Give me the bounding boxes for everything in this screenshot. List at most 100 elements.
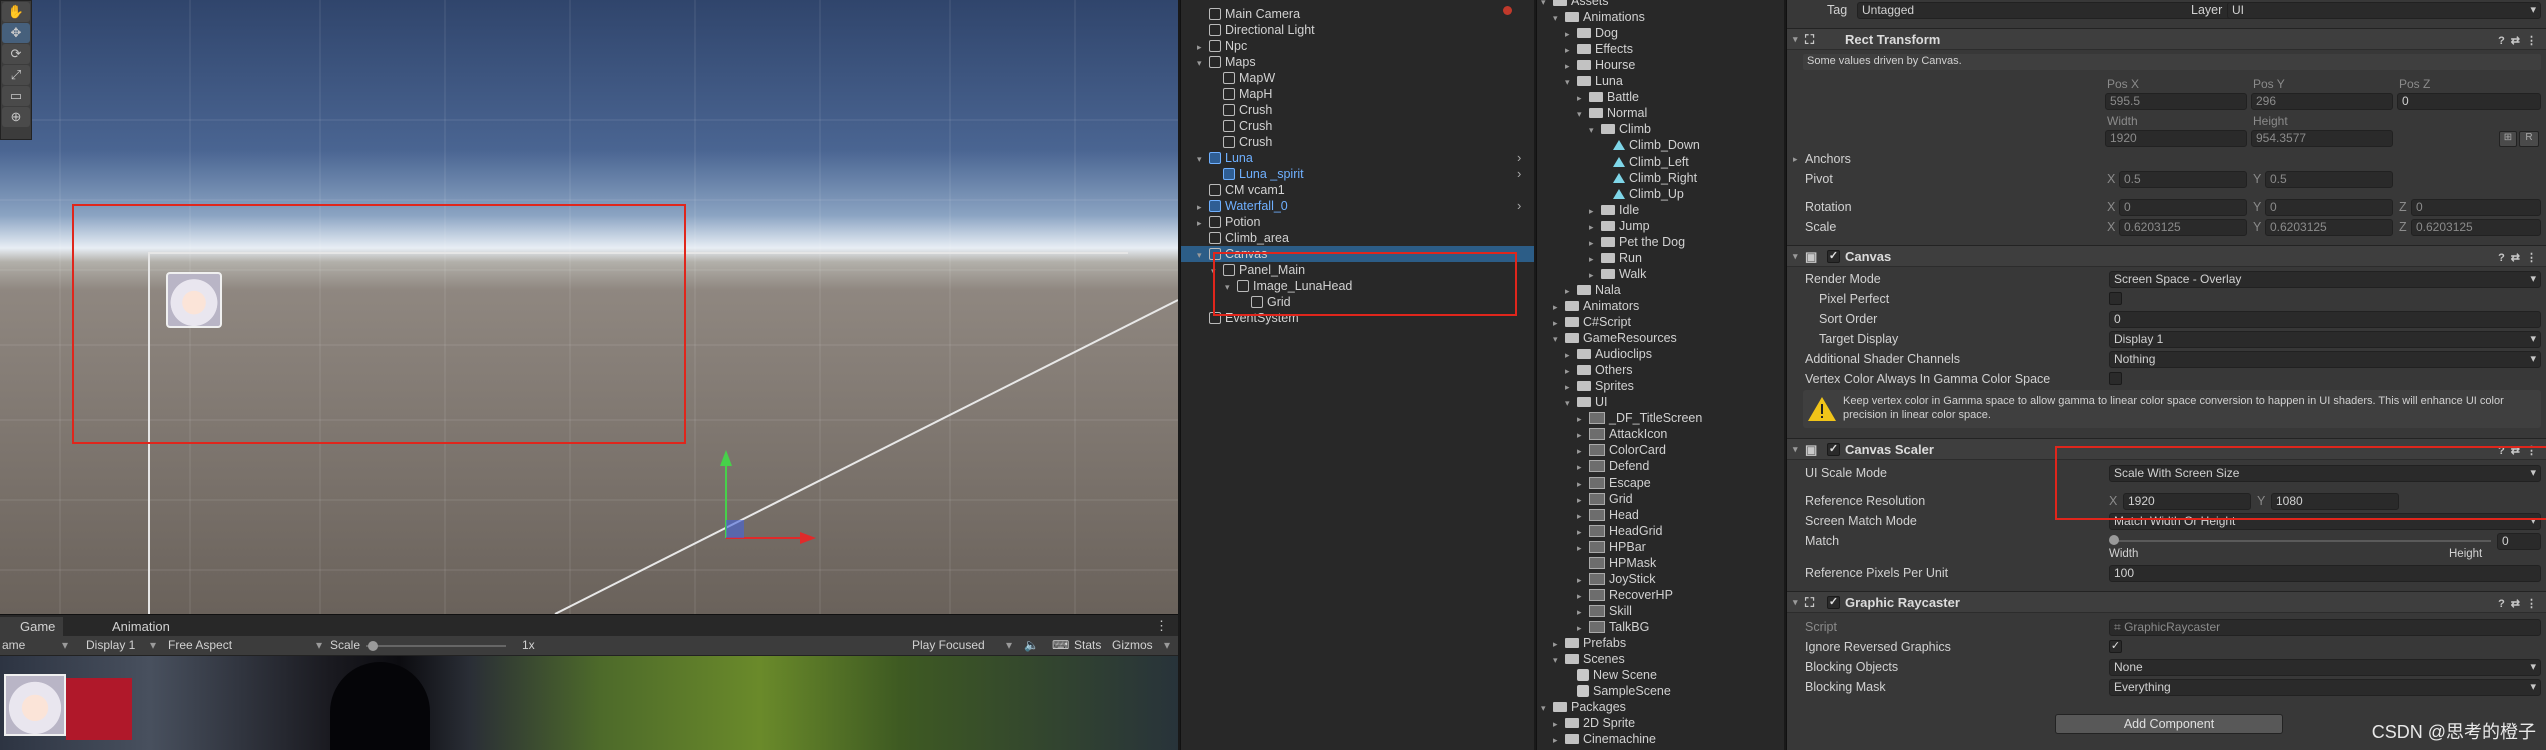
blueprint-mode-icon[interactable]: ⊞ bbox=[2499, 131, 2517, 147]
project-item[interactable]: ▸ Animators bbox=[1553, 298, 1639, 314]
rotate-tool-icon[interactable]: ⟳ bbox=[2, 44, 30, 64]
foldout-arrow-icon[interactable]: ▸ bbox=[1589, 219, 1601, 235]
hierarchy-item[interactable]: MapW bbox=[1211, 70, 1275, 86]
component-menu-icons[interactable]: ?⇄⋮ bbox=[2498, 248, 2543, 269]
foldout-arrow-icon[interactable]: ▾ bbox=[1541, 0, 1553, 10]
tab-animation[interactable]: Animation bbox=[92, 617, 178, 636]
display-dropdown[interactable]: Display 1 bbox=[86, 638, 135, 652]
foldout-arrow-icon[interactable]: ▾ bbox=[1553, 10, 1565, 26]
foldout-arrow-icon[interactable]: ▸ bbox=[1565, 347, 1577, 363]
rotation-z-field[interactable]: 0 bbox=[2411, 199, 2541, 216]
more-options-icon[interactable]: ⋮ bbox=[1155, 618, 1168, 634]
project-item[interactable]: ▸ Jump bbox=[1589, 218, 1650, 234]
chevron-right-icon[interactable]: › bbox=[1517, 198, 1521, 213]
render-mode-dropdown[interactable]: Screen Space - Overlay bbox=[2109, 271, 2541, 288]
chevron-right-icon[interactable]: › bbox=[1517, 150, 1521, 165]
script-field[interactable]: ⌗ GraphicRaycaster bbox=[2109, 619, 2541, 636]
foldout-arrow-icon[interactable]: ▾ bbox=[1793, 439, 1798, 460]
raycaster-enabled-checkbox[interactable]: ✓ bbox=[1827, 596, 1840, 609]
foldout-arrow-icon[interactable]: ▸ bbox=[1565, 58, 1577, 74]
project-item[interactable]: Climb_Up bbox=[1601, 186, 1684, 202]
game-render-view[interactable] bbox=[0, 656, 1178, 750]
hierarchy-item[interactable]: Climb_area bbox=[1197, 230, 1289, 246]
foldout-arrow-icon[interactable]: ▸ bbox=[1577, 427, 1589, 443]
foldout-arrow-icon[interactable]: ▸ bbox=[1565, 42, 1577, 58]
foldout-arrow-icon[interactable]: ▾ bbox=[1553, 652, 1565, 668]
match-slider-track[interactable] bbox=[2113, 540, 2491, 542]
project-item[interactable]: ▸ Cinemachine bbox=[1553, 731, 1656, 747]
hierarchy-item[interactable]: MapH bbox=[1211, 86, 1272, 102]
foldout-arrow-icon[interactable]: ▾ bbox=[1541, 700, 1553, 716]
foldout-arrow-icon[interactable]: ▸ bbox=[1565, 379, 1577, 395]
project-item[interactable]: Climb_Right bbox=[1601, 170, 1697, 186]
foldout-arrow-icon[interactable]: ▸ bbox=[1565, 26, 1577, 42]
project-item[interactable]: ▾ Normal bbox=[1577, 105, 1647, 121]
project-item[interactable]: ▸ C#Script bbox=[1553, 314, 1631, 330]
foldout-arrow-icon[interactable]: ▸ bbox=[1589, 203, 1601, 219]
project-item[interactable]: ▸ Pet the Dog bbox=[1589, 234, 1685, 250]
project-item[interactable]: ▾ Animations bbox=[1553, 9, 1645, 25]
ignore-reversed-checkbox[interactable]: ✓ bbox=[2109, 640, 2122, 653]
project-item[interactable]: ▸ Battle bbox=[1577, 89, 1639, 105]
foldout-arrow-icon[interactable]: ▾ bbox=[1565, 395, 1577, 411]
posy-field[interactable]: 296 bbox=[2251, 93, 2393, 110]
component-menu-icons[interactable]: ?⇄⋮ bbox=[2498, 31, 2543, 52]
foldout-arrow-icon[interactable]: ▸ bbox=[1577, 459, 1589, 475]
foldout-arrow-icon[interactable]: ▸ bbox=[1577, 572, 1589, 588]
hierarchy-item[interactable]: Crush bbox=[1211, 118, 1272, 134]
project-item[interactable]: ▸ Hourse bbox=[1565, 57, 1635, 73]
foldout-arrow-icon[interactable]: ▸ bbox=[1577, 620, 1589, 636]
project-item[interactable]: ▸ Grid bbox=[1577, 491, 1633, 507]
project-item[interactable]: ▸ _DF_TitleScreen bbox=[1577, 410, 1702, 426]
match-value-field[interactable]: 0 bbox=[2497, 533, 2541, 550]
move-tool-icon[interactable]: ✥ bbox=[2, 23, 30, 43]
pixel-perfect-checkbox[interactable] bbox=[2109, 292, 2122, 305]
height-field[interactable]: 954.3577 bbox=[2251, 130, 2393, 147]
foldout-arrow-icon[interactable]: ▸ bbox=[1565, 363, 1577, 379]
foldout-arrow-icon[interactable]: ▾ bbox=[1793, 29, 1798, 50]
project-item[interactable]: ▸ JoyStick bbox=[1577, 571, 1656, 587]
project-item[interactable]: ▸ HeadGrid bbox=[1577, 523, 1663, 539]
project-item[interactable]: ▸ TalkBG bbox=[1577, 619, 1649, 635]
foldout-arrow-icon[interactable]: ▸ bbox=[1197, 39, 1209, 55]
foldout-arrow-icon[interactable]: ▸ bbox=[1553, 716, 1565, 732]
foldout-arrow-icon[interactable]: ▾ bbox=[1197, 247, 1209, 263]
hierarchy-item[interactable]: Main Camera bbox=[1197, 6, 1300, 22]
mute-audio-icon[interactable]: 🔈 bbox=[1024, 638, 1039, 652]
hierarchy-item[interactable]: ▾ Luna bbox=[1197, 150, 1253, 166]
scene-view[interactable]: ✋ ✥ ⟳ ⤢ ▭ ⊕ bbox=[0, 0, 1178, 614]
component-menu-icons[interactable]: ?⇄⋮ bbox=[2498, 594, 2543, 615]
foldout-arrow-icon[interactable]: ▾ bbox=[1793, 592, 1798, 613]
project-item[interactable]: ▾ GameResources bbox=[1553, 330, 1677, 346]
foldout-arrow-icon[interactable]: ▸ bbox=[1197, 199, 1209, 215]
rotation-y-field[interactable]: 0 bbox=[2265, 199, 2393, 216]
project-item[interactable]: ▸ ColorCard bbox=[1577, 442, 1666, 458]
project-item[interactable]: ▸ Defend bbox=[1577, 458, 1649, 474]
blocking-objects-dropdown[interactable]: None bbox=[2109, 659, 2541, 676]
project-item[interactable]: ▸ Run bbox=[1589, 250, 1642, 266]
project-item[interactable]: ▸ Nala bbox=[1565, 282, 1621, 298]
project-item[interactable]: ▾ Climb bbox=[1589, 121, 1651, 137]
foldout-arrow-icon[interactable]: ▸ bbox=[1577, 476, 1589, 492]
aspect-dropdown[interactable]: Free Aspect bbox=[168, 638, 232, 652]
rect-transform-header[interactable]: ▾ ⛶ Rect Transform ?⇄⋮ bbox=[1787, 28, 2546, 50]
tag-dropdown[interactable]: Untagged bbox=[1857, 2, 2245, 19]
foldout-arrow-icon[interactable]: ▾ bbox=[1197, 55, 1209, 71]
rotation-x-field[interactable]: 0 bbox=[2119, 199, 2247, 216]
posz-field[interactable]: 0 bbox=[2397, 93, 2541, 110]
scale-y-field[interactable]: 0.6203125 bbox=[2265, 219, 2393, 236]
foldout-arrow-icon[interactable]: ▸ bbox=[1577, 411, 1589, 427]
stats-button[interactable]: Stats bbox=[1074, 638, 1101, 652]
project-item[interactable]: ▸ HPBar bbox=[1577, 539, 1646, 555]
reference-ppu-field[interactable]: 100 bbox=[2109, 565, 2541, 582]
posx-field[interactable]: 595.5 bbox=[2105, 93, 2247, 110]
project-item[interactable]: ▸ RecoverHP bbox=[1577, 587, 1673, 603]
hierarchy-item[interactable]: ▾ Maps bbox=[1197, 54, 1256, 70]
pivot-y-field[interactable]: 0.5 bbox=[2265, 171, 2393, 188]
project-item[interactable]: ▸ Audioclips bbox=[1565, 346, 1652, 362]
project-item[interactable]: ▸ 2D Sprite bbox=[1553, 715, 1635, 731]
chevron-right-icon[interactable]: › bbox=[1517, 166, 1521, 181]
project-item[interactable]: ▸ AttackIcon bbox=[1577, 426, 1667, 442]
foldout-arrow-icon[interactable]: ▸ bbox=[1565, 283, 1577, 299]
blocking-mask-dropdown[interactable]: Everything bbox=[2109, 679, 2541, 696]
